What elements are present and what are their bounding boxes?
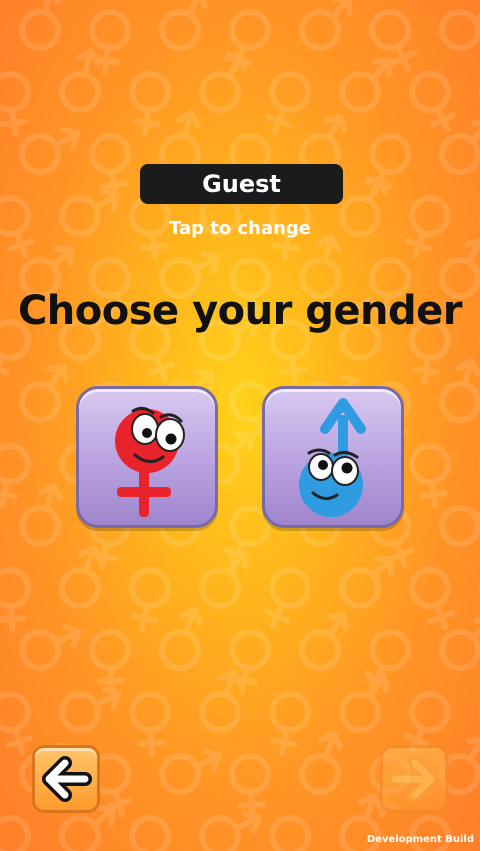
player-name-button[interactable]: Guest <box>140 164 343 204</box>
female-character-icon <box>115 406 185 517</box>
male-character-icon <box>299 398 366 517</box>
development-build-label: Development Build <box>366 834 474 845</box>
gender-symbol-pattern <box>0 0 480 851</box>
back-arrow-icon <box>42 756 92 802</box>
back-button[interactable] <box>32 745 100 813</box>
tap-to-change-hint: Tap to change <box>168 218 312 239</box>
next-button[interactable] <box>380 745 448 813</box>
female-option-button[interactable] <box>76 386 218 528</box>
male-option-button[interactable] <box>262 386 404 528</box>
page-title: Choose your gender <box>17 288 463 334</box>
forward-arrow-icon <box>388 756 438 802</box>
